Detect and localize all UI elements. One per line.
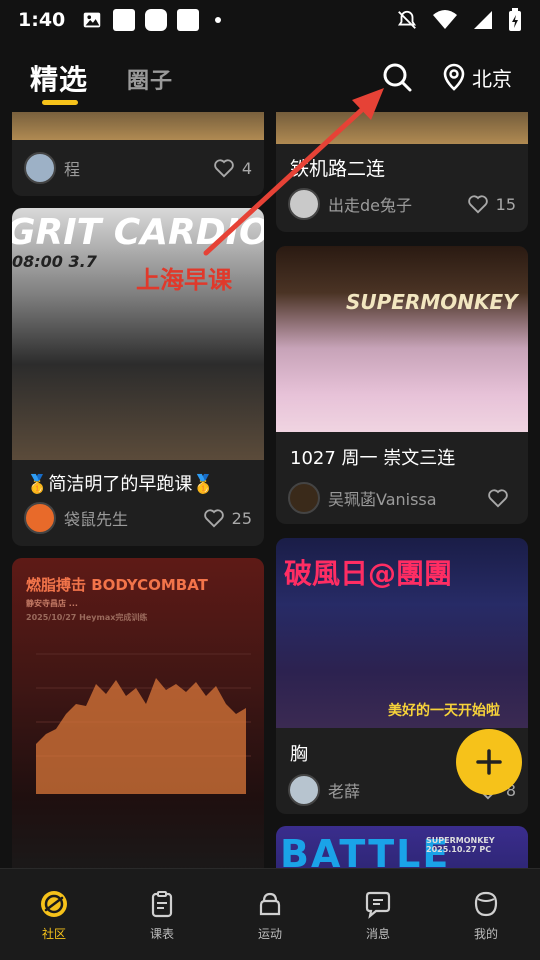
tab-featured[interactable]: 精选 [30, 58, 88, 98]
nav-profile[interactable]: 我的 [432, 869, 540, 960]
image-caption: 2025/10/27 Heymax完成训练 [26, 613, 148, 622]
create-post-button[interactable] [456, 729, 522, 795]
location-selector[interactable]: 北京 [442, 60, 512, 94]
avatar [288, 774, 320, 806]
like-button[interactable]: 25 [203, 508, 252, 528]
image-caption: GRIT CARDIO [12, 212, 264, 253]
tab-circles[interactable]: 圈子 [127, 63, 173, 95]
app-notification-icon [145, 9, 168, 31]
author-name: 吴珮菡Vanissa [328, 490, 437, 509]
post-author[interactable]: 吴珮菡Vanissa [288, 482, 437, 514]
author-name: 程 [64, 160, 81, 179]
post-image [276, 112, 528, 144]
avatar [24, 152, 56, 184]
nav-label: 消息 [365, 927, 390, 941]
message-icon [365, 891, 391, 919]
community-icon [41, 891, 67, 917]
heart-icon [214, 159, 234, 178]
app-notification-icon [113, 9, 136, 31]
avatar [288, 188, 320, 220]
post-title: 1027 周一 崇文三连 [290, 448, 456, 469]
post-author[interactable]: 袋鼠先生 [24, 502, 128, 534]
like-button[interactable]: 15 [467, 194, 516, 214]
bottom-nav: 社区 课表 运动 消息 我的 [0, 868, 540, 960]
profile-icon [474, 891, 498, 917]
location-label: 北京 [472, 66, 512, 91]
author-name: 出走de兔子 [328, 196, 413, 215]
nav-schedule[interactable]: 课表 [108, 869, 216, 960]
post-card[interactable]: BATTLE SUPERMONKEY 2025.10.27 PC [276, 826, 528, 868]
nav-label: 社区 [41, 927, 66, 941]
battery-icon [509, 8, 521, 31]
more-notifications-dot [215, 17, 222, 23]
nav-messages[interactable]: 消息 [324, 869, 432, 960]
author-name: 老薛 [328, 782, 361, 801]
heart-icon [203, 509, 224, 528]
post-image: GRIT CARDIO 08:00 3.7 上海早课 [12, 208, 264, 460]
mute-icon [397, 10, 417, 29]
app-notification-icon [177, 9, 200, 31]
image-caption: SUPERMONKEY 2025.10.27 PC [426, 836, 495, 854]
avatar [24, 502, 56, 534]
signal-icon [474, 11, 492, 29]
post-author[interactable]: 程 [24, 152, 80, 184]
image-caption: 美好的一天开始啦 [388, 703, 500, 719]
like-count: 15 [495, 194, 516, 214]
like-button[interactable]: 4 [213, 158, 252, 178]
wifi-icon [433, 10, 457, 29]
post-image: BATTLE SUPERMONKEY 2025.10.27 PC [276, 826, 528, 868]
top-header: 精选 圈子 北京 [0, 46, 540, 110]
nav-label: 运动 [257, 927, 282, 941]
like-count: 4 [241, 158, 252, 178]
post-card[interactable]: 程 4 [12, 112, 264, 196]
post-author[interactable]: 老薛 [288, 774, 360, 806]
post-title: 🥇简洁明了的早跑课🥇 [26, 474, 215, 495]
author-name: 袋鼠先生 [64, 510, 129, 529]
post-image: 破風日@團團 美好的一天开始啦 [276, 538, 528, 728]
post-card[interactable]: 燃脂搏击 BODYCOMBAT 静安寺昌店 ... 2025/10/27 Hey… [12, 558, 264, 868]
like-button[interactable] [487, 488, 516, 508]
location-pin-icon [443, 63, 465, 91]
status-bar: 1:40 [0, 0, 540, 40]
status-time: 1:40 [18, 9, 66, 31]
sport-icon [259, 892, 281, 916]
image-caption: 上海早课 [136, 266, 232, 294]
post-card[interactable]: GRIT CARDIO 08:00 3.7 上海早课 🥇简洁明了的早跑课🥇 袋鼠… [12, 208, 264, 546]
tab-active-indicator [42, 100, 78, 105]
post-image: SUPERMONKEY [276, 246, 528, 432]
heart-rate-chart-image [36, 653, 251, 794]
post-author[interactable]: 出走de兔子 [288, 188, 412, 220]
post-title: 胸 [290, 744, 308, 765]
search-icon[interactable] [380, 60, 414, 94]
post-card[interactable]: 铁机路二连 出走de兔子 15 [276, 112, 528, 232]
plus-icon [476, 749, 502, 775]
image-caption: SUPERMONKEY [346, 290, 518, 314]
heart-icon [488, 489, 508, 508]
image-notification-icon [84, 12, 101, 28]
image-caption: BATTLE [280, 832, 451, 868]
post-title: 铁机路二连 [290, 158, 386, 180]
image-caption: 破風日@團團 [284, 557, 453, 590]
image-caption: 静安寺昌店 ... [26, 599, 78, 608]
nav-label: 课表 [149, 927, 174, 941]
nav-label: 我的 [473, 927, 498, 941]
heart-icon [467, 195, 488, 214]
schedule-icon [151, 891, 173, 918]
post-image: 燃脂搏击 BODYCOMBAT 静安寺昌店 ... 2025/10/27 Hey… [12, 558, 264, 868]
image-caption: 08:00 3.7 [12, 252, 97, 271]
nav-sport[interactable]: 运动 [216, 869, 324, 960]
like-count: 25 [231, 508, 252, 528]
avatar [288, 482, 320, 514]
post-card[interactable]: SUPERMONKEY 1027 周一 崇文三连 吴珮菡Vanissa [276, 246, 528, 524]
image-caption: 燃脂搏击 BODYCOMBAT [26, 576, 208, 594]
nav-community[interactable]: 社区 [0, 869, 108, 960]
post-image [12, 112, 264, 140]
